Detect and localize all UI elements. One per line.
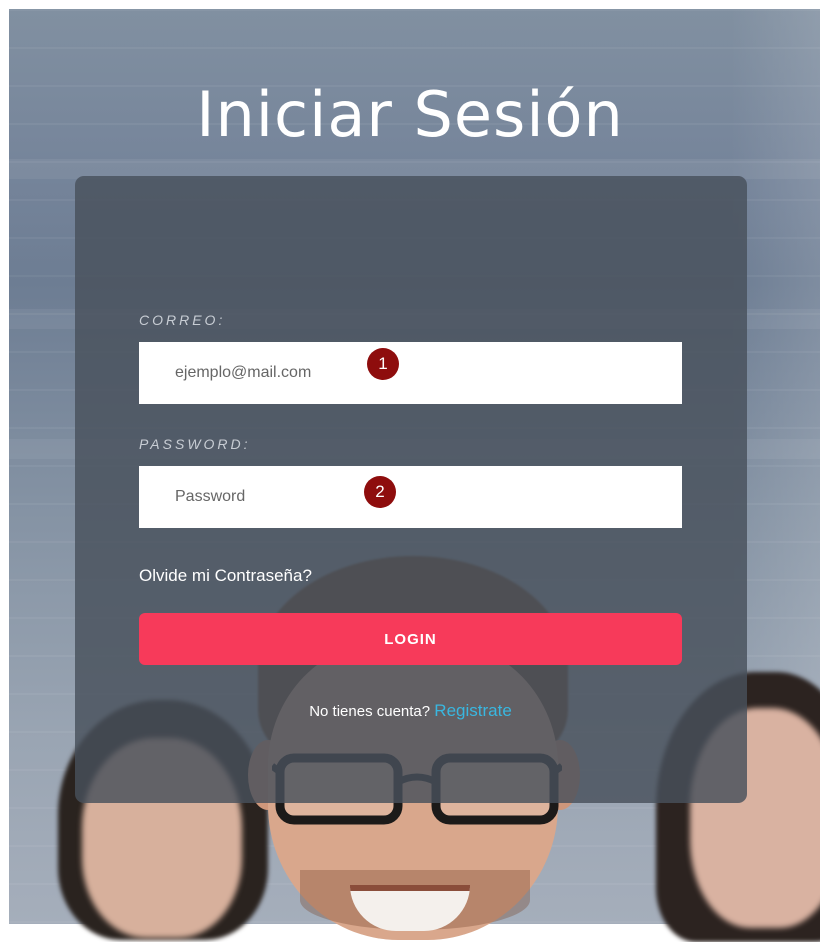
step-marker-1: 1 (367, 348, 399, 380)
register-link[interactable]: Registrate (434, 701, 511, 720)
register-line: No tienes cuenta? Registrate (139, 701, 682, 721)
email-label: CORREO: (139, 312, 226, 328)
step-marker-2: 2 (364, 476, 396, 508)
email-field[interactable] (139, 342, 682, 404)
password-label: PASSWORD: (139, 436, 251, 452)
password-field[interactable] (139, 466, 682, 528)
no-account-text: No tienes cuenta? (309, 703, 431, 720)
forgot-password-link[interactable]: Olvide mi Contraseña? (139, 566, 312, 586)
login-button[interactable]: LOGIN (139, 613, 682, 665)
page-title: Iniciar Sesión (196, 77, 624, 151)
